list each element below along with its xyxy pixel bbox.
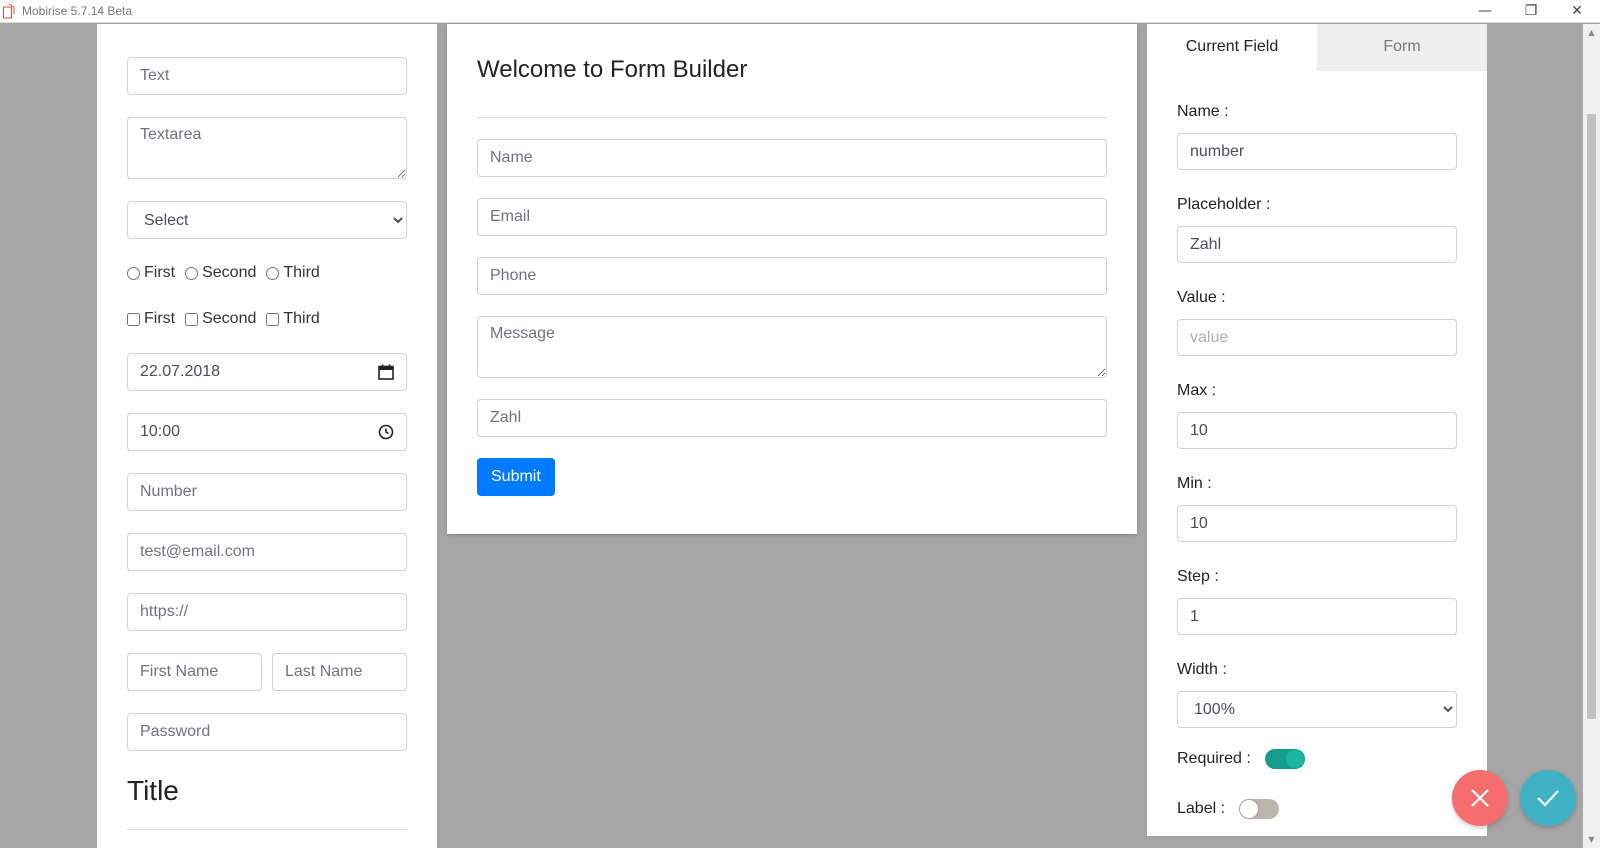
setting-step: Step : [1177, 568, 1457, 635]
setting-max: Max : [1177, 382, 1457, 449]
setting-min-label: Min : [1177, 475, 1212, 492]
toggle-knob [1285, 750, 1304, 768]
setting-value-label: Value : [1177, 289, 1226, 306]
checkbox-label: Third [283, 310, 320, 327]
form-message-field[interactable] [477, 316, 1107, 378]
palette-password-field[interactable] [127, 713, 407, 751]
checkbox-input[interactable] [185, 312, 199, 326]
setting-value: Value : [1177, 289, 1457, 356]
palette-first-name-field[interactable] [127, 653, 262, 691]
palette-divider [127, 829, 407, 830]
setting-width-label: Width : [1177, 661, 1227, 678]
palette-radio-first[interactable]: First [127, 264, 175, 282]
radio-label: Second [202, 264, 257, 281]
checkbox-input[interactable] [266, 312, 280, 326]
tab-current-field[interactable]: Current Field [1147, 24, 1317, 71]
radio-label: Third [283, 264, 320, 281]
calendar-icon[interactable] [377, 363, 395, 381]
palette-checkbox-group: First Second Third [127, 307, 407, 331]
confirm-button[interactable] [1520, 770, 1576, 826]
palette-select-field[interactable]: Select [127, 201, 407, 239]
palette-radio-second[interactable]: Second [185, 264, 256, 282]
setting-name: Name : [1177, 103, 1457, 170]
window-titlebar: Mobirise 5.7.14 Beta — ❐ ✕ [0, 0, 1600, 23]
check-icon [1537, 790, 1559, 807]
palette-checkbox-first[interactable]: First [127, 310, 175, 328]
settings-tabs: Current Field Form [1147, 24, 1487, 71]
palette-url-field[interactable] [127, 593, 407, 631]
restore-button[interactable]: ❐ [1508, 0, 1554, 23]
setting-step-input[interactable] [1177, 598, 1457, 635]
tab-form[interactable]: Form [1317, 24, 1487, 71]
submit-button[interactable]: Submit [477, 458, 555, 496]
form-builder-divider [477, 117, 1107, 118]
palette-checkbox-third[interactable]: Third [266, 310, 320, 328]
form-phone-field[interactable] [477, 257, 1107, 295]
setting-name-label: Name : [1177, 103, 1229, 120]
form-email-field[interactable] [477, 198, 1107, 236]
palette-time-wrapper [127, 413, 407, 451]
setting-placeholder: Placeholder : [1177, 196, 1457, 263]
toggle-knob [1240, 800, 1259, 818]
palette-name-row [127, 653, 407, 691]
radio-label: First [144, 264, 176, 281]
setting-required-label: Required : [1177, 750, 1251, 767]
minimize-button[interactable]: — [1462, 0, 1508, 23]
palette-date-field[interactable] [127, 353, 407, 391]
palette-date-wrapper [127, 353, 407, 391]
palette-radio-third[interactable]: Third [266, 264, 320, 282]
setting-min: Min : [1177, 475, 1457, 542]
palette-time-field[interactable] [127, 413, 407, 451]
required-toggle[interactable] [1264, 749, 1305, 769]
checkbox-input[interactable] [127, 312, 140, 326]
palette-textarea-field[interactable] [127, 117, 407, 179]
scroll-down-arrow-icon[interactable]: ▼ [1583, 831, 1600, 848]
palette-number-field[interactable] [127, 473, 407, 511]
field-palette-panel: Select First Second Third First Second T… [97, 24, 437, 848]
setting-value-input[interactable] [1177, 319, 1457, 356]
form-zahl-field[interactable] [477, 399, 1107, 437]
cancel-button[interactable] [1452, 770, 1508, 826]
field-settings-panel: Current Field Form Name : Placeholder : … [1147, 24, 1487, 836]
setting-required: Required : [1177, 746, 1457, 772]
palette-checkbox-second[interactable]: Second [185, 310, 256, 328]
checkbox-label: Second [202, 310, 257, 327]
setting-max-input[interactable] [1177, 412, 1457, 449]
setting-step-label: Step : [1177, 568, 1219, 585]
setting-width-select[interactable]: 100% [1177, 691, 1457, 728]
setting-label: Label : [1177, 796, 1457, 822]
page-scrollbar[interactable]: ▲ ▼ [1583, 24, 1600, 848]
form-builder-title: Welcome to Form Builder [477, 56, 748, 83]
setting-min-input[interactable] [1177, 505, 1457, 542]
setting-name-input[interactable] [1177, 133, 1457, 170]
form-preview-panel: Welcome to Form Builder Submit [447, 24, 1137, 534]
radio-input[interactable] [266, 266, 280, 280]
setting-placeholder-input[interactable] [1177, 226, 1457, 263]
window-title: Mobirise 5.7.14 Beta [22, 4, 133, 18]
settings-body: Name : Placeholder : Value : Max : Min :… [1147, 71, 1487, 822]
palette-email-field[interactable] [127, 533, 407, 571]
palette-text-field[interactable] [127, 57, 407, 95]
radio-input[interactable] [185, 266, 199, 280]
scroll-up-arrow-icon[interactable]: ▲ [1583, 24, 1600, 41]
close-window-button[interactable]: ✕ [1554, 0, 1600, 23]
palette-last-name-field[interactable] [272, 653, 407, 691]
checkbox-label: First [144, 310, 176, 327]
mobirise-app-icon [3, 4, 15, 19]
label-toggle[interactable] [1239, 799, 1280, 819]
setting-placeholder-label: Placeholder : [1177, 196, 1271, 213]
setting-label-label: Label : [1177, 800, 1226, 817]
setting-width: Width : 100% [1177, 661, 1457, 728]
radio-input[interactable] [127, 266, 140, 280]
clock-icon[interactable] [377, 423, 395, 441]
palette-radio-group: First Second Third [127, 261, 407, 285]
close-icon [1471, 789, 1489, 807]
form-name-field[interactable] [477, 139, 1107, 177]
scrollbar-thumb[interactable] [1587, 114, 1596, 719]
setting-max-label: Max : [1177, 382, 1217, 399]
palette-title-element[interactable]: Title [127, 775, 407, 807]
